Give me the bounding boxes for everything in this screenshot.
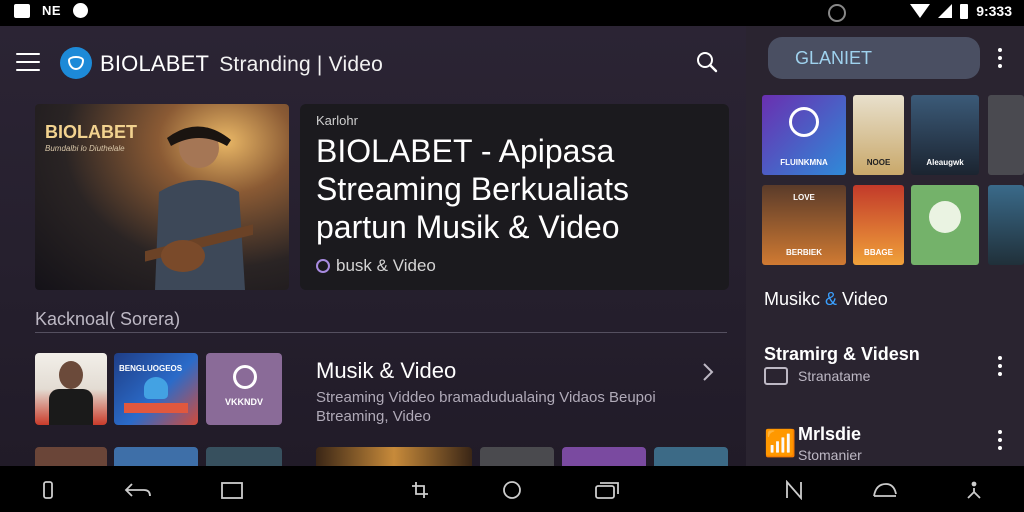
side-panel: GLANIET FLUINKMNA NOOE Aleaugwk LOVE BERB… (746, 26, 1024, 466)
back-icon[interactable] (124, 480, 152, 500)
tile-caption: NOOE (866, 158, 891, 167)
tile-caption: LOVE (793, 193, 815, 202)
side-label-right: Video (837, 289, 888, 309)
side-label-left: Musikc (764, 289, 826, 309)
list-thumbnail-3[interactable]: VKKNDV (206, 353, 282, 425)
side-item-subtitle: Stomanier (798, 447, 862, 463)
more-options-icon[interactable] (997, 356, 1003, 378)
thumb2-label: BENGLUOGEOS (119, 364, 183, 373)
app-logo (60, 47, 92, 79)
hero-kicker: Karlohr (316, 113, 358, 128)
thumb3-label: VKKNDV (224, 397, 263, 407)
side-item-title[interactable]: Mrlsdie (798, 424, 861, 445)
list-item-description: Streaming Viddeo bramadudualaing Vidaos … (316, 389, 656, 425)
hero-headline: BIOLABET - Apipasa Streaming Berkualiats… (316, 133, 630, 245)
section-divider (35, 332, 727, 333)
side-item-subtitle: Stranatame (798, 368, 871, 384)
status-bar: NE 9:333 (0, 0, 1024, 26)
side-item-title[interactable]: Stramirg & Videsn (764, 344, 920, 365)
hero-tag-label: busk & Video (336, 256, 436, 275)
row-thumbnail[interactable] (114, 447, 198, 466)
tile-caption: Aleaugwk (926, 158, 964, 167)
tile-caption: BBAGE (864, 248, 893, 257)
side-tile[interactable]: FLUINKMNA (762, 95, 846, 175)
notification-icon (73, 3, 89, 18)
row-thumbnail[interactable] (316, 447, 472, 466)
hero-tag: busk & Video (316, 256, 436, 276)
row-thumbnail[interactable] (480, 447, 554, 466)
side-tile[interactable]: NOOE (853, 95, 904, 175)
tile-caption: BERBIEK (785, 248, 822, 257)
side-label-amp: & (825, 289, 838, 309)
video-tag-icon (316, 259, 330, 273)
network-label: NE (42, 3, 62, 18)
home-icon[interactable] (502, 480, 522, 500)
app-title: BIOLABET Stranding | Video (100, 51, 383, 77)
app-subtitle: Stranding | Video (219, 53, 383, 76)
tv-icon (764, 367, 788, 385)
row-thumbnail[interactable] (562, 447, 646, 466)
battery-icon (960, 3, 969, 19)
side-tile[interactable] (911, 185, 979, 265)
row-thumbnail[interactable] (654, 447, 728, 466)
side-tile[interactable] (988, 185, 1024, 265)
side-tile[interactable]: Aleaugwk (911, 95, 979, 175)
hero-card[interactable]: Karlohr BIOLABET - Apipasa Streaming Ber… (300, 104, 729, 290)
tile-caption: FLUINKMNA (780, 158, 828, 167)
accessibility-icon[interactable] (964, 480, 984, 500)
section-title: Kacknoal( Sorera) (35, 309, 181, 329)
navigation-bar (0, 466, 1024, 512)
main-content: BIOLABET Stranding | Video BIOLABET Bumda… (0, 26, 746, 466)
clock: 9:333 (976, 3, 1012, 19)
hero-thumbnail[interactable]: BIOLABET Bumdalbi lo Diuthelale (35, 104, 289, 290)
more-options-icon[interactable] (997, 48, 1003, 70)
side-tile[interactable]: BBAGE (853, 185, 904, 265)
wifi-icon (910, 4, 931, 18)
side-section-label: Musikc & Video (764, 289, 888, 310)
bluetooth-icon: 📶 (764, 428, 797, 458)
camera-cutout-icon (828, 4, 846, 22)
more-options-icon[interactable] (997, 430, 1003, 452)
no-sim-icon[interactable] (784, 479, 804, 501)
row-thumbnail[interactable] (35, 447, 107, 466)
list-thumbnail-2[interactable]: BENGLUOGEOS (114, 353, 198, 425)
app-bar: BIOLABET Stranding | Video (0, 26, 746, 98)
hero-thumb-subtitle: Bumdalbi lo Diuthelale (45, 144, 125, 153)
musician-image (145, 126, 253, 290)
search-icon[interactable] (696, 51, 718, 73)
side-tile[interactable]: LOVE BERBIEK (762, 185, 846, 265)
side-search-field[interactable]: GLANIET (768, 37, 980, 79)
side-tile[interactable] (988, 95, 1024, 175)
phone-icon[interactable] (38, 480, 58, 500)
flower-icon (929, 201, 961, 233)
rotate-icon[interactable] (872, 480, 898, 500)
camera-icon (233, 365, 257, 389)
chevron-right-icon[interactable] (702, 362, 714, 382)
brand-name: BIOLABET (100, 51, 210, 76)
menu-icon[interactable] (16, 53, 40, 71)
signal-icon (938, 4, 953, 18)
overview-icon[interactable] (594, 480, 620, 500)
recents-icon[interactable] (220, 480, 244, 500)
list-item-title[interactable]: Musik & Video (316, 358, 456, 384)
row-thumbnail[interactable] (206, 447, 282, 466)
hero-thumb-brand: BIOLABET (45, 122, 137, 142)
list-thumbnail-1[interactable] (35, 353, 107, 425)
image-notification-icon (14, 3, 30, 18)
screenshot-icon[interactable] (410, 480, 430, 500)
